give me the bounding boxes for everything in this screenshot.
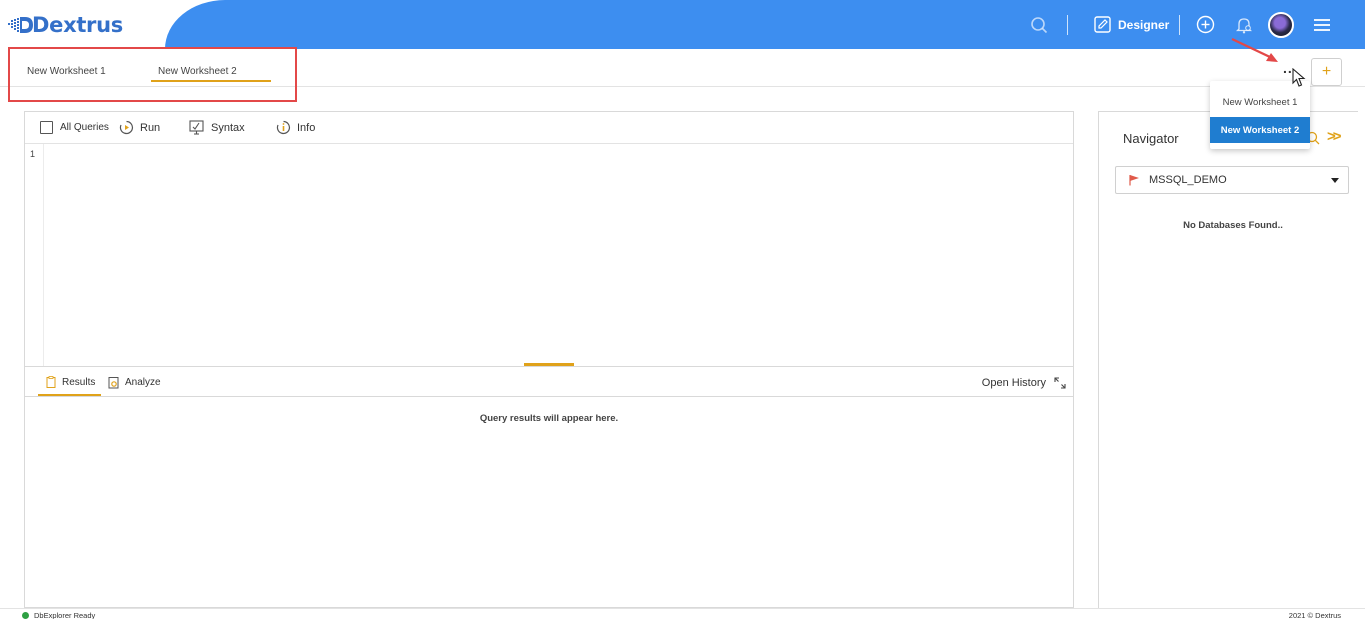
connection-name: MSSQL_DEMO — [1149, 174, 1227, 186]
results-tab-bar: Results Analyze Open History — [25, 366, 1073, 397]
analyze-icon — [108, 377, 119, 389]
avatar — [1268, 11, 1295, 38]
status-bar: DbExplorer Ready 2021 © Dextrus — [0, 608, 1365, 619]
syntax-icon — [189, 120, 204, 135]
navigator-title: Navigator — [1123, 131, 1179, 146]
all-queries-label: All Queries — [60, 122, 109, 133]
info-icon — [276, 120, 291, 135]
syntax-label: Syntax — [211, 121, 245, 134]
worksheet-menu-item-1[interactable]: New Worksheet 1 — [1210, 89, 1310, 115]
header-actions: Designer — [1029, 0, 1331, 49]
designer-icon — [1094, 16, 1111, 33]
results-icon — [46, 376, 56, 388]
editor-toolbar: All Queries Run Syntax Info — [25, 112, 1073, 144]
annotation-highlight-box — [8, 47, 297, 102]
header-divider — [1067, 14, 1068, 35]
designer-label: Designer — [1118, 17, 1170, 32]
collapse-navigator-button[interactable]: >> — [1327, 128, 1341, 145]
brand-name: Dextrus — [32, 13, 123, 37]
search-button[interactable] — [1029, 16, 1049, 34]
brand-logo[interactable]: Dextrus — [8, 12, 123, 38]
main-menu-button[interactable] — [1313, 18, 1331, 32]
code-editor-area[interactable] — [45, 144, 1073, 363]
notifications-button[interactable] — [1236, 16, 1253, 34]
run-button[interactable]: Run — [119, 120, 160, 135]
user-avatar-button[interactable] — [1268, 11, 1295, 38]
query-editor-panel: All Queries Run Syntax Info 1 Results An… — [24, 111, 1074, 608]
designer-button[interactable]: Designer — [1094, 16, 1169, 33]
add-worksheet-button[interactable]: + — [1311, 58, 1342, 86]
annotation-arrow-icon — [1231, 38, 1278, 62]
status-indicator: DbExplorer Ready — [22, 611, 95, 619]
worksheet-menu-item-2[interactable]: New Worksheet 2 — [1210, 117, 1310, 143]
analyze-tab-label: Analyze — [125, 377, 161, 388]
header-divider — [1179, 14, 1181, 35]
connection-select[interactable]: MSSQL_DEMO — [1115, 166, 1349, 194]
status-text: DbExplorer Ready — [34, 611, 96, 619]
mouse-cursor-icon — [1292, 68, 1306, 87]
active-results-underline — [38, 394, 101, 396]
results-tab[interactable]: Results — [46, 376, 95, 388]
syntax-button[interactable]: Syntax — [189, 120, 245, 135]
info-label: Info — [297, 121, 316, 134]
run-label: Run — [140, 121, 161, 134]
expand-icon[interactable] — [1054, 377, 1066, 389]
open-history-link[interactable]: Open History — [982, 377, 1046, 389]
search-icon — [1031, 16, 1048, 33]
results-tab-label: Results — [62, 376, 96, 388]
status-ok-icon — [22, 612, 29, 619]
dextrus-logo-icon — [8, 14, 34, 36]
chevron-down-icon — [1331, 178, 1339, 183]
bell-icon — [1236, 17, 1253, 33]
line-number: 1 — [30, 149, 36, 159]
menu-icon — [1314, 18, 1331, 31]
results-empty-message: Query results will appear here. — [479, 413, 619, 424]
database-flag-icon — [1129, 175, 1139, 186]
worksheet-dropdown-menu: New Worksheet 1 New Worksheet 2 — [1210, 81, 1310, 149]
add-circle-icon — [1197, 15, 1215, 34]
line-number-gutter: 1 — [25, 144, 44, 366]
results-area: Query results will appear here. — [25, 397, 1073, 607]
analyze-tab[interactable]: Analyze — [108, 376, 161, 389]
checkbox-icon — [40, 121, 53, 134]
copyright-text: 2021 © Dextrus — [1288, 611, 1341, 619]
add-button[interactable] — [1196, 15, 1215, 34]
navigator-panel: Navigator >> MSSQL_DEMO No Databases Fou… — [1098, 111, 1358, 608]
all-queries-checkbox[interactable]: All Queries — [40, 121, 109, 134]
run-icon — [119, 120, 134, 135]
info-button[interactable]: Info — [276, 120, 315, 135]
navigator-empty-message: No Databases Found.. — [1183, 220, 1283, 231]
app-header: Dextrus Designer — [0, 0, 1365, 49]
